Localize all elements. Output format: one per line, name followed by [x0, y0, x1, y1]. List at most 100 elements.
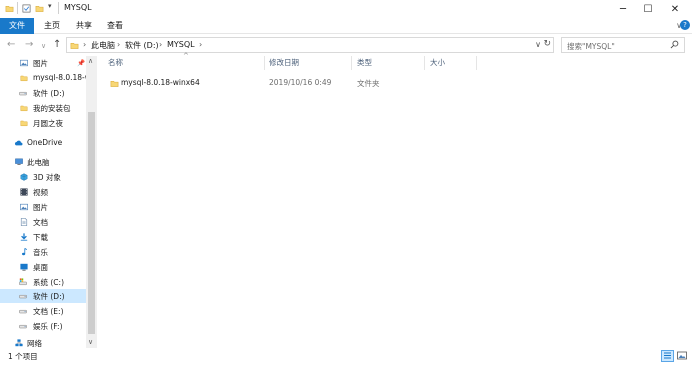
sidebar-item-drive-d-quick[interactable]: 软件 (D:)	[0, 86, 86, 100]
breadcrumb-this-pc[interactable]: 此电脑	[91, 40, 115, 51]
pictures-icon	[20, 203, 28, 211]
sidebar-item-onedrive[interactable]: OneDrive	[0, 136, 86, 150]
sidebar-item-pictures[interactable]: 图片	[0, 200, 86, 214]
back-button[interactable]: ←	[7, 38, 15, 52]
forward-button[interactable]: →	[25, 38, 33, 52]
large-icons-view-button[interactable]	[676, 350, 689, 362]
network-icon	[15, 339, 23, 347]
folder-icon	[20, 75, 28, 82]
sidebar-item-label: 文档	[33, 218, 48, 227]
tab-share[interactable]: 共享	[72, 18, 96, 34]
scrollbar-thumb[interactable]	[88, 112, 95, 334]
sidebar-item-drive-c[interactable]: 系统 (C:)	[0, 275, 86, 289]
customize-toolbar-icon[interactable]: ▾	[48, 2, 52, 10]
sort-ascending-icon: ^	[183, 52, 189, 60]
properties-icon[interactable]	[22, 4, 31, 13]
videos-icon	[20, 188, 28, 196]
system-drive-icon	[19, 278, 27, 286]
column-divider[interactable]	[351, 56, 352, 70]
search-icon[interactable]	[670, 40, 679, 49]
sidebar-item-label: 下载	[33, 233, 48, 242]
details-view-button[interactable]	[661, 350, 674, 362]
breadcrumb-separator[interactable]: ›	[199, 40, 202, 49]
documents-icon	[20, 218, 28, 226]
folder-icon	[20, 120, 28, 127]
folder-icon	[70, 42, 79, 49]
folder-icon[interactable]	[5, 4, 14, 13]
sidebar-item-moon-night[interactable]: 月圆之夜	[0, 116, 86, 130]
sidebar-item-drive-f[interactable]: 娱乐 (F:)	[0, 319, 86, 333]
sidebar-item-this-pc[interactable]: 此电脑	[0, 155, 86, 169]
drive-icon	[19, 324, 27, 329]
file-type: 文件夹	[357, 79, 380, 88]
scroll-down-icon[interactable]: ∨	[88, 338, 93, 346]
breadcrumb-separator[interactable]: ›	[83, 40, 86, 49]
divider	[17, 2, 18, 14]
column-divider[interactable]	[264, 56, 265, 70]
table-row[interactable]: mysql-8.0.18-winx64 2019/10/16 0:49 文件夹	[105, 76, 575, 90]
sidebar-item-label: OneDrive	[27, 138, 63, 147]
scroll-up-icon[interactable]: ∧	[88, 57, 93, 65]
downloads-icon	[20, 233, 28, 241]
drive-icon	[19, 294, 27, 299]
sidebar-item-label: 月圆之夜	[33, 119, 63, 128]
details-view-icon	[664, 352, 671, 359]
music-icon	[22, 248, 28, 256]
item-count: 1 个项目	[8, 352, 38, 361]
nav-scrollbar[interactable]: ∧ ∨	[86, 56, 97, 348]
sidebar-item-label: mysql-8.0.18-w	[33, 73, 86, 82]
recent-locations-button[interactable]: ∨	[41, 39, 46, 53]
navigation-pane: 图片 📌 mysql-8.0.18-w 软件 (D:) 我的安装包 月圆之夜 O…	[0, 56, 97, 348]
sidebar-item-drive-e[interactable]: 文档 (E:)	[0, 304, 86, 318]
drive-icon	[19, 309, 27, 314]
column-header-name[interactable]: 名称	[108, 56, 123, 70]
close-button[interactable]: ✕	[660, 0, 690, 18]
address-dropdown-icon[interactable]: ∨	[535, 40, 541, 49]
maximize-button[interactable]: ☐	[633, 0, 663, 18]
sidebar-item-downloads[interactable]: 下载	[0, 230, 86, 244]
help-icon[interactable]: ?	[680, 20, 690, 30]
sidebar-item-label: 系统 (C:)	[33, 278, 64, 287]
refresh-icon[interactable]: ↻	[543, 39, 551, 49]
column-divider[interactable]	[424, 56, 425, 70]
sidebar-item-videos[interactable]: 视频	[0, 185, 86, 199]
column-header-size[interactable]: 大小	[430, 56, 445, 70]
breadcrumb-separator[interactable]: ›	[117, 40, 120, 49]
file-modified: 2019/10/16 0:49	[269, 78, 332, 87]
sidebar-item-documents[interactable]: 文档	[0, 215, 86, 229]
tab-file[interactable]: 文件	[0, 18, 34, 34]
pin-icon[interactable]: 📌	[77, 59, 85, 67]
address-bar[interactable]: › 此电脑 › 软件 (D:) › MYSQL › ∨ ↻	[66, 37, 554, 53]
file-name: mysql-8.0.18-winx64	[121, 78, 200, 87]
breadcrumb-drive-d[interactable]: 软件 (D:)	[125, 40, 159, 51]
this-pc-icon	[15, 158, 23, 165]
breadcrumb-separator[interactable]: ›	[159, 40, 162, 49]
sidebar-item-label: 桌面	[33, 263, 48, 272]
sidebar-item-installers[interactable]: 我的安装包	[0, 101, 86, 115]
sidebar-item-label: 视频	[33, 188, 48, 197]
sidebar-item-desktop[interactable]: 桌面	[0, 260, 86, 274]
sidebar-item-drive-d[interactable]: 软件 (D:)	[0, 289, 86, 303]
breadcrumb-mysql[interactable]: MYSQL	[167, 40, 195, 49]
tab-home[interactable]: 主页	[40, 18, 64, 34]
sidebar-item-label: 图片	[33, 59, 48, 68]
sidebar-item-mysql-folder[interactable]: mysql-8.0.18-w	[0, 71, 86, 85]
tab-view[interactable]: 查看	[103, 18, 127, 34]
new-folder-icon[interactable]	[35, 4, 44, 13]
column-divider[interactable]	[476, 56, 477, 70]
sidebar-item-3d-objects[interactable]: 3D 对象	[0, 170, 86, 184]
window-title: MYSQL	[64, 3, 92, 12]
column-header-type[interactable]: 类型	[357, 56, 372, 70]
sidebar-item-music[interactable]: 音乐	[0, 245, 86, 259]
search-input[interactable]: 搜索"MYSQL"	[561, 37, 685, 53]
sidebar-item-label: 图片	[33, 203, 48, 212]
sidebar-item-label: 3D 对象	[33, 173, 61, 182]
sidebar-item-pictures-quick[interactable]: 图片 📌	[0, 56, 86, 70]
sidebar-item-label: 此电脑	[27, 158, 50, 167]
title-bar: ▾ MYSQL ─ ☐ ✕	[0, 0, 692, 18]
status-bar: 1 个项目	[0, 348, 692, 365]
up-button[interactable]: ↑	[53, 38, 61, 52]
desktop-icon	[20, 263, 28, 271]
large-icons-view-icon	[677, 351, 687, 360]
column-header-modified[interactable]: 修改日期	[269, 56, 299, 70]
